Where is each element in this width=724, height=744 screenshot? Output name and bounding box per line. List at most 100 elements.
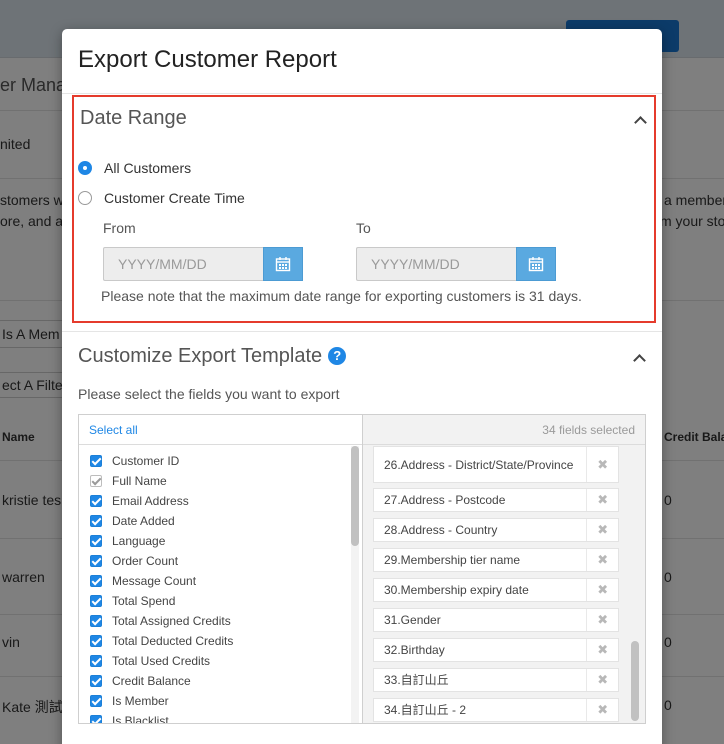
field-checkbox-row[interactable]: Customer ID: [90, 454, 179, 468]
field-label: Email Address: [112, 494, 189, 508]
checkbox-checked-icon[interactable]: [90, 515, 102, 527]
radio-unchecked-icon[interactable]: [78, 191, 92, 205]
field-label: Is Member: [112, 694, 169, 708]
checkbox-checked-icon[interactable]: [90, 715, 102, 723]
scrollbar-thumb[interactable]: [351, 446, 359, 546]
chevron-up-icon[interactable]: [633, 354, 646, 367]
selected-field-label: 31.Gender: [384, 613, 441, 627]
field-label: Language: [112, 534, 166, 548]
field-checkbox-row[interactable]: Order Count: [90, 554, 178, 568]
selected-fields-list[interactable]: 26.Address - District/State/Province ✖ 27.…: [363, 446, 645, 723]
checkbox-disabled-icon: [90, 475, 102, 487]
field-checkbox-row[interactable]: Is Member: [90, 694, 169, 708]
selected-field-item[interactable]: 26.Address - District/State/Province ✖: [373, 446, 619, 483]
checkbox-checked-icon[interactable]: [90, 615, 102, 627]
field-checkbox-row[interactable]: Message Count: [90, 574, 196, 588]
selected-field-item[interactable]: 34.自訂山丘 - 2 ✖: [373, 698, 619, 722]
radio-checked-icon[interactable]: [78, 161, 92, 175]
selected-field-item[interactable]: 27.Address - Postcode ✖: [373, 488, 619, 512]
selected-field-item[interactable]: 29.Membership tier name ✖: [373, 548, 619, 572]
checkbox-checked-icon[interactable]: [90, 635, 102, 647]
remove-icon[interactable]: ✖: [586, 579, 618, 601]
field-label: Total Deducted Credits: [112, 634, 234, 648]
selected-fields-header: 34 fields selected: [363, 415, 645, 445]
field-picker: Select all Customer ID Full Name Email Add…: [78, 414, 646, 724]
selected-field-label: 27.Address - Postcode: [384, 493, 506, 507]
modal-divider: [62, 93, 662, 94]
field-label: Date Added: [112, 514, 175, 528]
field-label: Total Used Credits: [112, 654, 211, 668]
remove-icon[interactable]: ✖: [586, 549, 618, 571]
field-checkbox-row[interactable]: Is Blacklist: [90, 714, 169, 723]
checkbox-checked-icon[interactable]: [90, 675, 102, 687]
field-checkbox-row[interactable]: Total Used Credits: [90, 654, 210, 668]
available-fields-list[interactable]: Customer ID Full Name Email Address Date Ad…: [79, 446, 349, 723]
selected-field-item[interactable]: 33.自訂山丘 ✖: [373, 668, 619, 692]
checkbox-checked-icon[interactable]: [90, 495, 102, 507]
calendar-icon: [528, 257, 544, 272]
field-checkbox-row[interactable]: Full Name: [90, 474, 167, 488]
field-checkbox-row[interactable]: Total Spend: [90, 594, 175, 608]
selected-fields-panel: 34 fields selected 26.Address - District…: [362, 415, 645, 723]
field-checkbox-row[interactable]: Total Assigned Credits: [90, 614, 231, 628]
checkbox-checked-icon[interactable]: [90, 455, 102, 467]
selected-fields-scrollbar[interactable]: [631, 446, 639, 723]
help-icon[interactable]: ?: [328, 347, 347, 365]
remove-icon[interactable]: ✖: [586, 669, 618, 691]
selected-field-label: 34.自訂山丘 - 2: [384, 703, 467, 717]
selected-field-label: 28.Address - Country: [384, 523, 498, 537]
remove-icon[interactable]: ✖: [586, 609, 618, 631]
from-date-input[interactable]: [103, 247, 263, 281]
field-label: Message Count: [112, 574, 197, 588]
from-date-group: [103, 247, 303, 281]
chevron-up-icon[interactable]: [634, 116, 647, 129]
field-checkbox-row[interactable]: Date Added: [90, 514, 175, 528]
selected-field-label: 33.自訂山丘: [384, 673, 449, 687]
selected-field-label: 30.Membership expiry date: [384, 583, 529, 597]
template-title: Customize Export Template: [78, 345, 323, 367]
to-calendar-button[interactable]: [516, 247, 556, 281]
remove-icon[interactable]: ✖: [586, 447, 618, 482]
section-divider: [62, 331, 662, 332]
selected-field-item[interactable]: 32.Birthday ✖: [373, 638, 619, 662]
selected-field-item[interactable]: 30.Membership expiry date ✖: [373, 578, 619, 602]
selected-field-item[interactable]: 31.Gender ✖: [373, 608, 619, 632]
radio-all-customers[interactable]: All Customers: [78, 160, 191, 176]
selected-field-label: 32.Birthday: [384, 643, 445, 657]
remove-icon[interactable]: ✖: [586, 489, 618, 511]
to-date-input[interactable]: [356, 247, 516, 281]
selected-field-label: 26.Address - District/State/Province: [384, 457, 574, 472]
checkbox-checked-icon[interactable]: [90, 695, 102, 707]
checkbox-checked-icon[interactable]: [90, 595, 102, 607]
selected-field-item[interactable]: 28.Address - Country ✖: [373, 518, 619, 542]
select-all-link[interactable]: Select all: [89, 423, 138, 437]
field-checkbox-row[interactable]: Total Deducted Credits: [90, 634, 233, 648]
field-label: Customer ID: [112, 454, 180, 468]
field-label: Full Name: [112, 474, 167, 488]
checkbox-checked-icon[interactable]: [90, 655, 102, 667]
date-range-section: Date Range All Customers Customer Create…: [72, 95, 656, 323]
radio-label: Customer Create Time: [104, 190, 245, 206]
remove-icon[interactable]: ✖: [586, 699, 618, 721]
to-date-group: [356, 247, 556, 281]
field-checkbox-row[interactable]: Credit Balance: [90, 674, 191, 688]
radio-customer-create-time[interactable]: Customer Create Time: [78, 190, 245, 206]
field-label: Total Spend: [112, 594, 176, 608]
checkbox-checked-icon[interactable]: [90, 535, 102, 547]
field-checkbox-row[interactable]: Email Address: [90, 494, 189, 508]
available-fields-header: Select all: [79, 415, 362, 445]
field-label: Total Assigned Credits: [112, 614, 231, 628]
to-label: To: [356, 220, 371, 236]
scrollbar-thumb[interactable]: [631, 641, 639, 721]
selected-count: 34 fields selected: [542, 423, 635, 437]
calendar-icon: [275, 257, 291, 272]
checkbox-checked-icon[interactable]: [90, 575, 102, 587]
available-fields-scrollbar[interactable]: [351, 446, 359, 723]
remove-icon[interactable]: ✖: [586, 519, 618, 541]
field-checkbox-row[interactable]: Language: [90, 534, 165, 548]
remove-icon[interactable]: ✖: [586, 639, 618, 661]
checkbox-checked-icon[interactable]: [90, 555, 102, 567]
from-label: From: [103, 220, 136, 236]
from-calendar-button[interactable]: [263, 247, 303, 281]
field-label: Order Count: [112, 554, 179, 568]
